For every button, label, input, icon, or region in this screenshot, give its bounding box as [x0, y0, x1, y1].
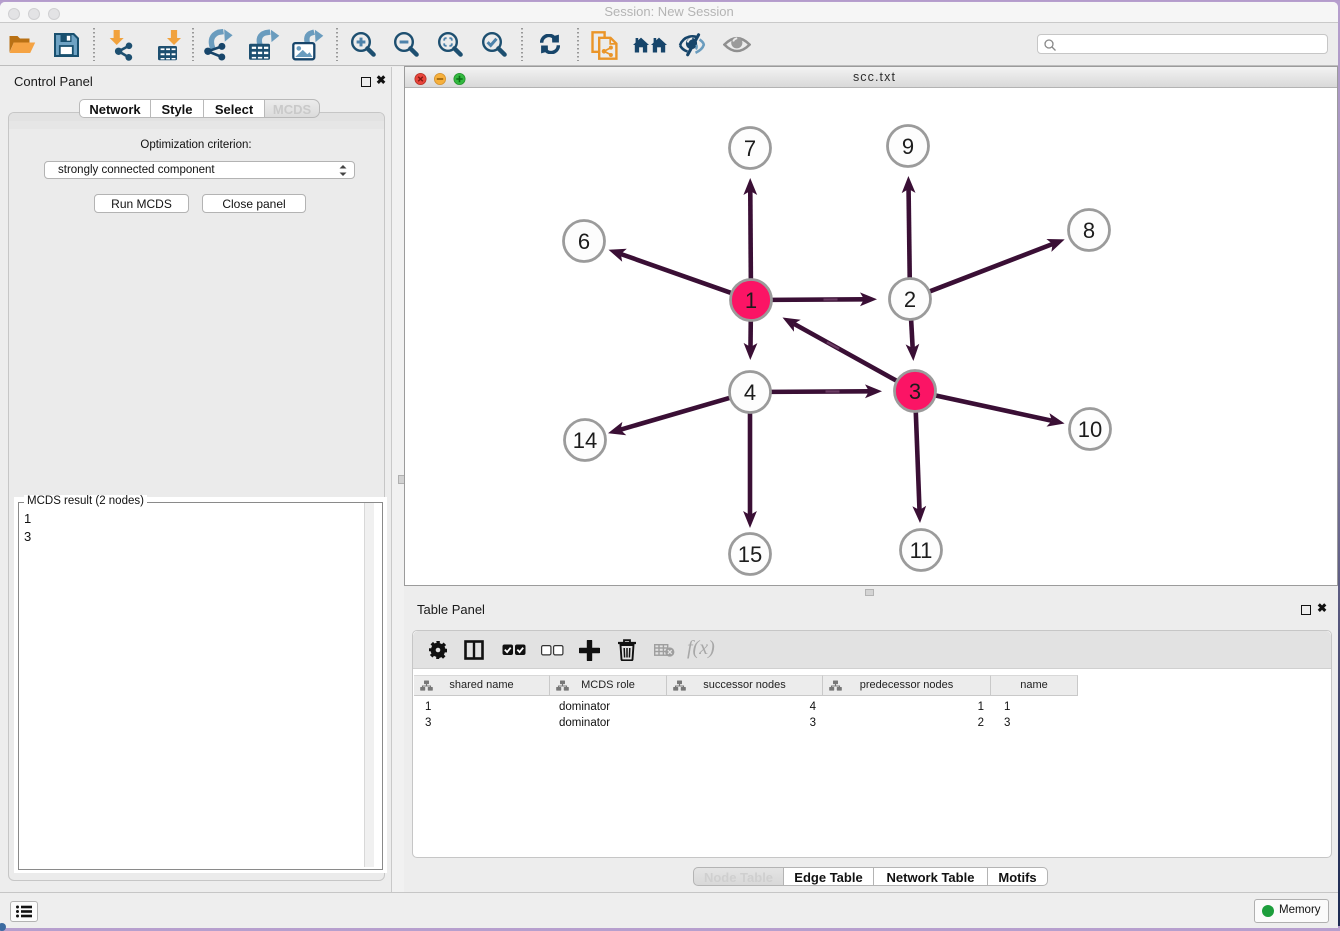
svg-text:8: 8	[1083, 218, 1095, 243]
svg-text:14: 14	[573, 428, 597, 453]
svg-text:9: 9	[902, 134, 914, 159]
svg-text:6: 6	[578, 229, 590, 254]
svg-text:10: 10	[1078, 417, 1102, 442]
svg-text:15: 15	[738, 542, 762, 567]
svg-text:11: 11	[910, 538, 933, 563]
svg-text:3: 3	[909, 379, 921, 404]
svg-text:2: 2	[904, 287, 916, 312]
svg-text:1: 1	[745, 288, 757, 313]
svg-text:4: 4	[744, 380, 756, 405]
svg-text:7: 7	[744, 136, 756, 161]
